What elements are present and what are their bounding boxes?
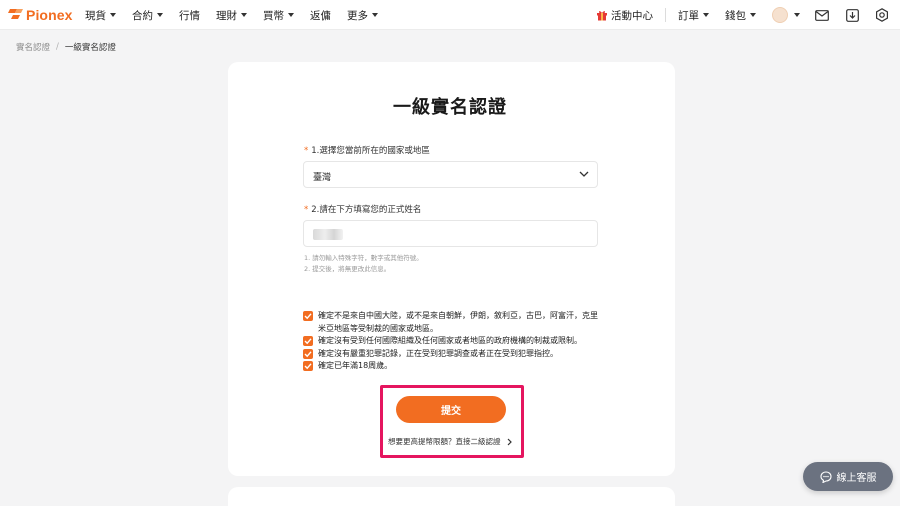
avatar — [772, 7, 788, 23]
breadcrumb: 實名認證 / 一級實名認證 — [16, 41, 116, 53]
chevron-down-icon — [579, 171, 589, 177]
chat-icon — [819, 470, 832, 483]
online-support-button[interactable]: 線上客服 — [803, 462, 893, 491]
wallet-label: 錢包 — [725, 9, 746, 22]
hint-line: 1. 請勿輸入特殊字符，數字或其他符號。 — [304, 254, 423, 262]
activity-center-label: 活動中心 — [611, 9, 653, 22]
declaration-item: 確定沒有嚴重犯罪記錄，正在受到犯罪調查或者正在受到犯罪指控。 — [303, 348, 603, 361]
country-select-value: 臺灣 — [313, 173, 332, 183]
chevron-down-icon — [372, 13, 378, 17]
checkbox-checked[interactable] — [303, 348, 313, 359]
chevron-down-icon — [110, 13, 116, 17]
download-icon[interactable] — [844, 7, 860, 23]
declaration-text: 確定已年滿18周歲。 — [318, 361, 393, 370]
hint-line: 2. 提交後，將無更改此信息。 — [304, 265, 391, 273]
declaration-text: 確定沒有嚴重犯罪記錄，正在受到犯罪調查或者正在受到犯罪指控。 — [318, 348, 558, 358]
breadcrumb-current: 一級實名認證 — [64, 43, 116, 53]
name-field-label: * 2.請在下方填寫您的正式姓名 — [304, 203, 421, 215]
redacted-name-value — [313, 229, 343, 240]
nav-divider — [665, 8, 666, 22]
pionex-logo-mark — [8, 9, 23, 19]
chevron-down-icon — [157, 13, 163, 17]
declaration-item: 確定沒有受到任何國際組織及任何國家或者地區的政府機構的制裁或限制。 — [303, 335, 603, 348]
advanced-verification-link[interactable]: 想要更高提幣限額？直接二級認證 — [388, 436, 512, 447]
declaration-text: 確定沒有受到任何國際組織及任何國家或者地區的政府機構的制裁或限制。 — [318, 336, 582, 345]
logo-text: Pionex — [26, 7, 73, 23]
nav-item-markets[interactable]: 行情 — [179, 8, 200, 23]
declaration-item: 確定已年滿18周歲。 — [303, 360, 603, 373]
checkbox-checked[interactable] — [303, 311, 313, 321]
support-label: 線上客服 — [836, 473, 877, 484]
gift-icon — [597, 11, 607, 21]
chevron-down-icon — [241, 13, 247, 17]
country-label-text: 1.選擇您當前所在的國家或地區 — [311, 146, 430, 156]
nav-item-label: 買幣 — [263, 9, 284, 22]
nav-item-label: 行情 — [179, 9, 200, 22]
page-title: 一級實名認證 — [393, 97, 507, 118]
required-asterisk: * — [304, 205, 309, 215]
chevron-down-icon — [288, 13, 294, 17]
checkbox-checked[interactable] — [303, 361, 313, 371]
breadcrumb-parent[interactable]: 實名認證 — [16, 41, 50, 53]
nav-item-label: 理財 — [216, 9, 237, 22]
settings-icon[interactable] — [874, 7, 890, 23]
nav-item-referral[interactable]: 返傭 — [310, 8, 331, 23]
nav-item-spot[interactable]: 現貨 — [85, 8, 116, 23]
nav-item-more[interactable]: 更多 — [347, 8, 378, 23]
nav-item-label: 更多 — [347, 9, 368, 22]
declaration-text: 確定不是來自中國大陸，或不是來自朝鮮，伊朗，敘利亞，古巴，阿富汗，克里米亞地區等… — [318, 311, 598, 333]
nav-item-label: 返傭 — [310, 9, 331, 22]
legal-name-input[interactable] — [303, 220, 598, 247]
submit-button[interactable]: 提交 — [396, 396, 506, 423]
account-menu[interactable] — [772, 7, 800, 23]
chevron-down-icon — [750, 13, 756, 17]
nav-item-earn[interactable]: 理財 — [216, 8, 247, 23]
mail-icon[interactable] — [814, 7, 830, 23]
breadcrumb-separator: / — [56, 42, 59, 52]
activity-center-link[interactable]: 活動中心 — [596, 8, 653, 23]
checkbox-checked[interactable] — [303, 336, 313, 346]
country-select[interactable]: 臺灣 — [303, 161, 598, 188]
pionex-logo[interactable]: Pionex — [8, 6, 73, 24]
declaration-checklist: 確定不是來自中國大陸，或不是來自朝鮮，伊朗，敘利亞，古巴，阿富汗，克里米亞地區等… — [303, 310, 603, 373]
nav-item-futures[interactable]: 合約 — [132, 8, 163, 23]
name-label-text: 2.請在下方填寫您的正式姓名 — [311, 205, 422, 215]
nav-right: 活動中心 訂單 錢包 — [596, 0, 890, 30]
nav-item-label: 合約 — [132, 9, 153, 22]
chevron-down-icon — [794, 13, 800, 17]
top-nav-bar: Pionex 現貨 合約 行情 理財 買幣 返傭 更多 活動中心 訂單 錢包 — [0, 0, 900, 30]
orders-label: 訂單 — [678, 9, 699, 22]
country-field-label: * 1.選擇您當前所在的國家或地區 — [304, 144, 430, 156]
name-hints: 1. 請勿輸入特殊字符，數字或其他符號。 2. 提交後，將無更改此信息。 — [304, 253, 423, 275]
secondary-card — [228, 487, 675, 506]
orders-menu[interactable]: 訂單 — [678, 8, 709, 23]
chevron-right-icon — [507, 438, 512, 445]
required-asterisk: * — [304, 146, 309, 156]
advanced-link-text: 想要更高提幣限額？直接二級認證 — [388, 437, 501, 446]
chevron-down-icon — [703, 13, 709, 17]
nav-item-label: 現貨 — [85, 9, 106, 22]
wallet-menu[interactable]: 錢包 — [725, 8, 756, 23]
declaration-item: 確定不是來自中國大陸，或不是來自朝鮮，伊朗，敘利亞，古巴，阿富汗，克里米亞地區等… — [303, 310, 603, 335]
main-nav: 現貨 合約 行情 理財 買幣 返傭 更多 — [85, 0, 394, 30]
nav-item-buy-crypto[interactable]: 買幣 — [263, 8, 294, 23]
